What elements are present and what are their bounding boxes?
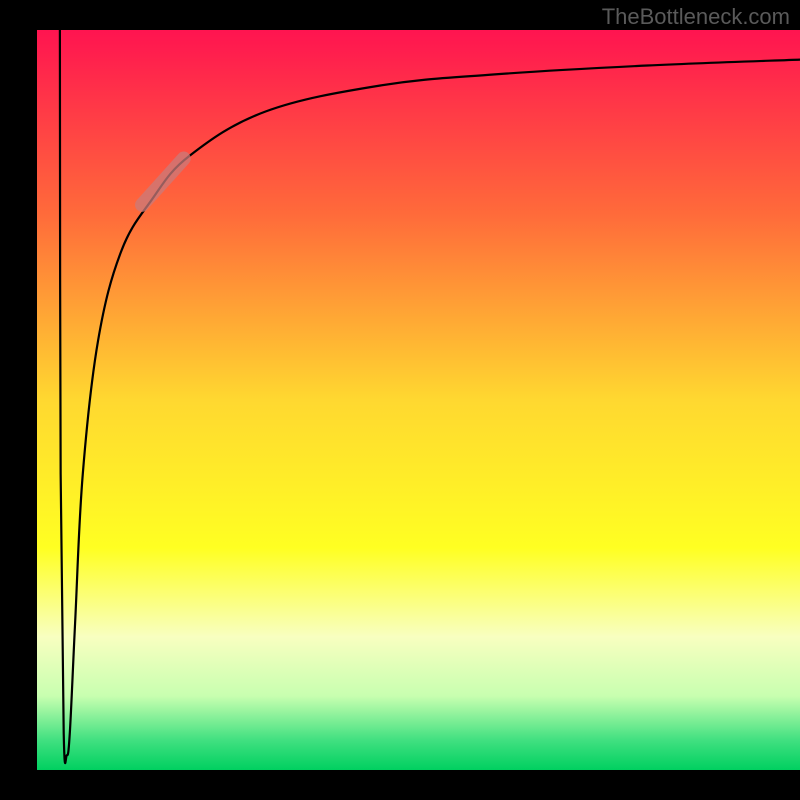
attribution-text: TheBottleneck.com xyxy=(602,4,790,30)
plot-background xyxy=(37,30,800,770)
bottleneck-chart xyxy=(0,0,800,800)
chart-container: TheBottleneck.com xyxy=(0,0,800,800)
